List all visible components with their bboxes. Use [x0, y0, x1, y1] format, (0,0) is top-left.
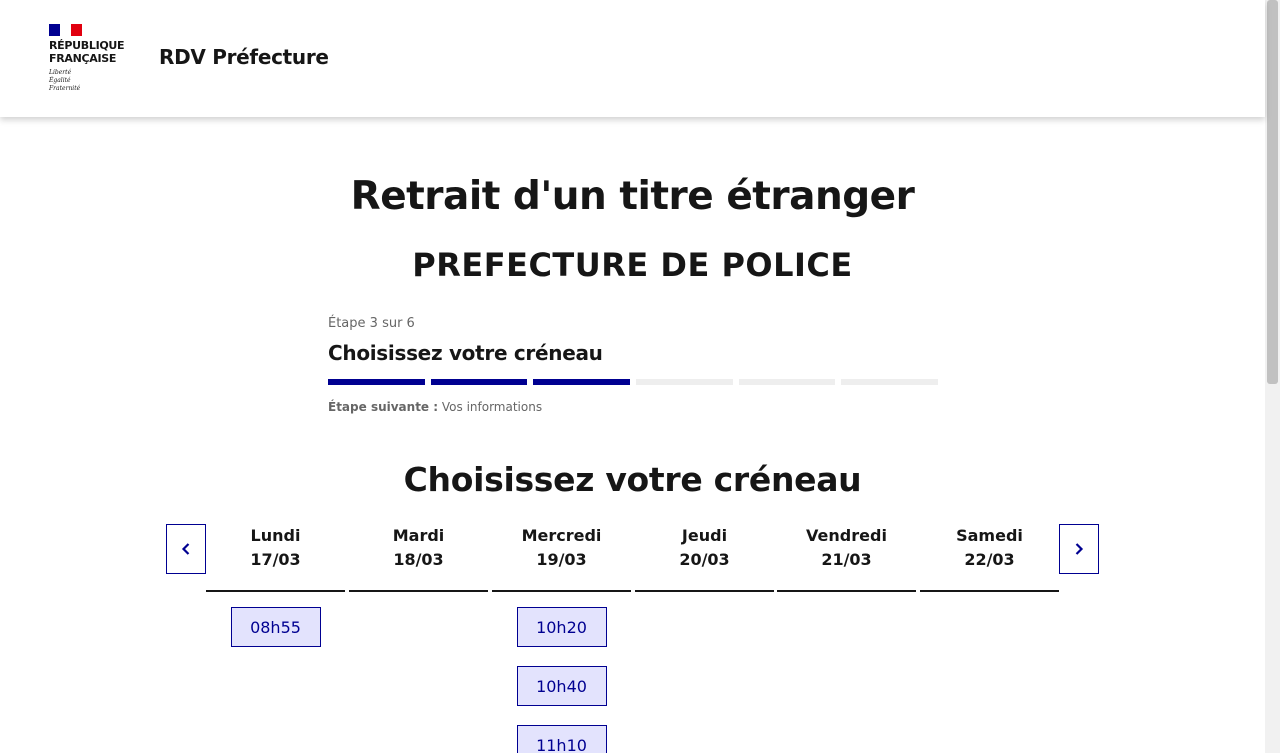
- time-slot-button[interactable]: 10h20: [516, 607, 607, 647]
- day-date: 22/03: [964, 550, 1015, 569]
- stepper: Étape 3 sur 6 Choisissez votre créneau É…: [328, 316, 939, 414]
- step-title: Choisissez votre créneau: [328, 341, 603, 365]
- day-header: Mardi 18/03: [349, 524, 488, 592]
- service-name-link[interactable]: RDV Préfecture: [159, 45, 329, 69]
- next-step-value: Vos informations: [441, 400, 543, 414]
- page-title: Retrait d'un titre étranger: [350, 174, 915, 219]
- site-header: RÉPUBLIQUE FRANÇAISE Liberté Égalité Fra…: [0, 0, 1265, 117]
- day-column-mardi: Mardi 18/03: [349, 524, 488, 607]
- next-step-label: Étape suivante :: [328, 400, 439, 414]
- slot-list: 08h55: [206, 607, 345, 647]
- day-date: 19/03: [536, 550, 587, 569]
- day-date: 20/03: [679, 550, 730, 569]
- calendar-title: Choisissez votre créneau: [403, 460, 862, 499]
- time-slot-button[interactable]: 11h10: [516, 725, 607, 753]
- day-column-vendredi: Vendredi 21/03: [777, 524, 916, 607]
- day-name: Jeudi: [681, 526, 728, 545]
- day-name: Vendredi: [806, 526, 887, 545]
- motto-liberte: Liberté: [49, 69, 72, 76]
- logo-text: RÉPUBLIQUE FRANÇAISE: [49, 39, 139, 65]
- motto-fraternite: Fraternité: [49, 85, 81, 92]
- day-name: Mardi: [392, 526, 445, 545]
- next-week-button[interactable]: [1059, 524, 1099, 574]
- previous-week-button[interactable]: [166, 524, 206, 574]
- step-bar-2: [430, 379, 528, 385]
- chevron-left-icon: [181, 543, 190, 555]
- day-header: Vendredi 21/03: [777, 524, 916, 592]
- scrollbar-thumb[interactable]: [1267, 0, 1278, 384]
- day-date: 17/03: [250, 550, 301, 569]
- day-name: Samedi: [956, 526, 1023, 545]
- day-name: Lundi: [250, 526, 301, 545]
- step-bar-6: [841, 379, 939, 385]
- page-subtitle: PREFECTURE DE POLICE: [412, 246, 853, 284]
- day-header: Mercredi 19/03: [492, 524, 631, 592]
- marianne-flag-icon: [49, 24, 82, 36]
- step-state: Étape 3 sur 6: [328, 316, 415, 331]
- day-header: Jeudi 20/03: [635, 524, 774, 592]
- next-step: Étape suivante : Vos informations: [328, 400, 938, 414]
- step-bar-3: [533, 379, 631, 385]
- time-slot-button[interactable]: 10h40: [516, 666, 607, 706]
- day-header: Samedi 22/03: [920, 524, 1059, 592]
- time-slot-button[interactable]: 08h55: [230, 607, 321, 647]
- step-bar-4: [636, 379, 733, 385]
- motto-egalite: Égalité: [49, 77, 71, 84]
- motto: Liberté Égalité Fraternité: [49, 69, 139, 93]
- day-column-mercredi: Mercredi 19/03 10h20 10h40 11h10: [492, 524, 631, 753]
- day-column-lundi: Lundi 17/03 08h55: [206, 524, 345, 647]
- logo-line-2: FRANÇAISE: [49, 52, 117, 65]
- day-name: Mercredi: [521, 526, 602, 545]
- chevron-right-icon: [1075, 543, 1084, 555]
- slot-list: 10h20 10h40 11h10: [492, 607, 631, 753]
- day-header: Lundi 17/03: [206, 524, 345, 592]
- day-date: 18/03: [393, 550, 444, 569]
- republique-francaise-logo[interactable]: RÉPUBLIQUE FRANÇAISE Liberté Égalité Fra…: [49, 24, 139, 93]
- day-date: 21/03: [821, 550, 872, 569]
- logo-line-1: RÉPUBLIQUE: [49, 39, 125, 52]
- page-scrollbar[interactable]: [1265, 0, 1280, 753]
- step-bar-5: [738, 379, 836, 385]
- step-progress-bar: [328, 379, 939, 385]
- step-bar-1: [328, 379, 425, 385]
- day-column-samedi: Samedi 22/03: [920, 524, 1059, 607]
- day-column-jeudi: Jeudi 20/03: [635, 524, 774, 607]
